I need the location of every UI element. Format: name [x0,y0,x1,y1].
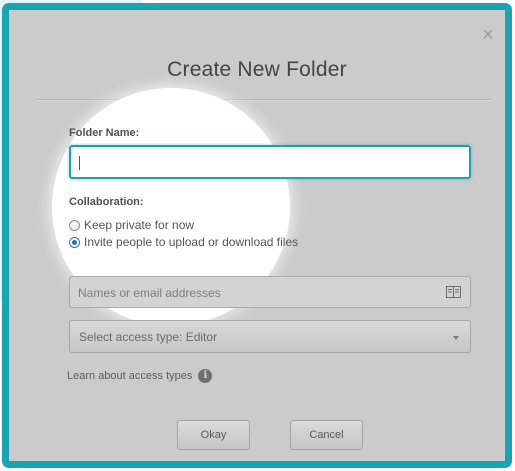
access-type-value: Select access type: Editor [79,330,218,344]
learn-access-types-text: Learn about access types [67,370,193,382]
radio-keep-private[interactable]: Keep private for now [69,218,194,232]
emails-placeholder: Names or email addresses [78,286,221,300]
folder-name-label: Folder Name: [69,127,140,139]
dialog-title: Create New Folder [167,58,347,81]
close-icon[interactable]: × [479,25,497,45]
access-type-select[interactable]: Select access type: Editor [69,320,471,353]
radio-invite-people-label: Invite people to upload or download file… [84,235,299,249]
radio-keep-private-label: Keep private for now [84,218,195,232]
okay-button[interactable]: Okay [177,420,250,450]
cancel-button[interactable]: Cancel [290,420,363,450]
address-book-icon[interactable] [446,286,461,298]
chevron-down-icon [453,336,459,340]
radio-invite-people[interactable]: Invite people to upload or download file… [69,235,298,249]
create-folder-dialog: × Create New Folder Folder Name: Collabo… [9,10,505,461]
learn-access-types-link[interactable]: Learn about access types i [67,369,213,383]
dialog-frame: × Create New Folder Folder Name: Collabo… [2,3,512,468]
folder-name-input[interactable] [69,145,471,179]
info-icon[interactable]: i [198,369,213,383]
collaboration-label: Collaboration: [69,196,144,208]
title-divider [36,99,491,100]
radio-button-unchecked[interactable] [69,219,80,231]
text-caret [79,156,80,170]
emails-input[interactable]: Names or email addresses [69,276,471,308]
radio-button-checked[interactable] [69,236,80,248]
